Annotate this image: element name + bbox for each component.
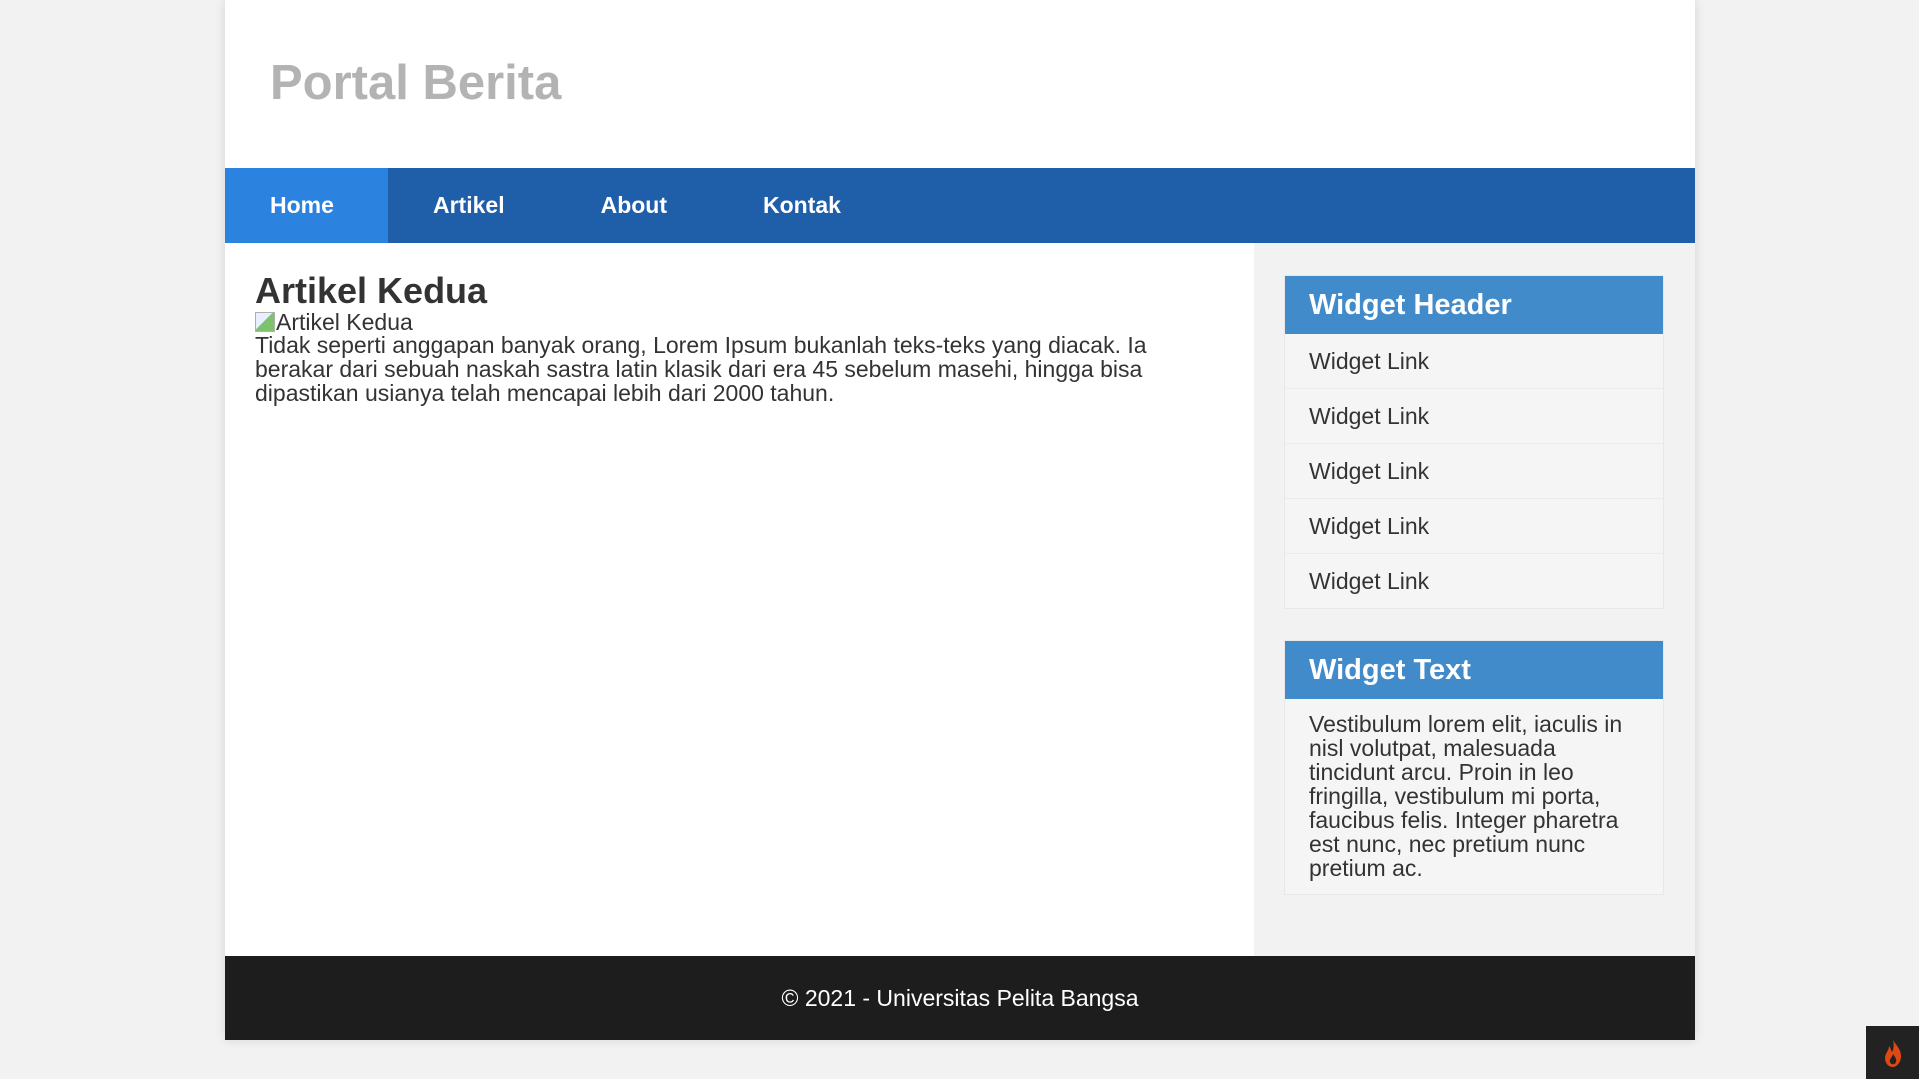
article-body: Tidak seperti anggapan banyak orang, Lor… — [255, 332, 1147, 406]
main-content: Artikel Kedua Artikel Kedua Tidak sepert… — [225, 243, 1254, 956]
widget-link[interactable]: Widget Link — [1285, 554, 1663, 608]
nav-item-home[interactable]: Home — [225, 168, 388, 243]
flame-icon — [1884, 1038, 1901, 1067]
widget-header: Widget Header — [1285, 276, 1663, 334]
debug-toolbar-button[interactable] — [1866, 1026, 1919, 1079]
widget-link-list: Widget Link Widget Link Widget Link Widg… — [1285, 334, 1663, 608]
nav-item-kontak[interactable]: Kontak — [718, 168, 892, 243]
site-title: Portal Berita — [270, 56, 562, 110]
widget-link[interactable]: Widget Link — [1285, 444, 1663, 499]
content-wrap: Artikel Kedua Artikel Kedua Tidak sepert… — [225, 243, 1695, 956]
nav-item-about[interactable]: About — [556, 168, 718, 243]
footer-text: © 2021 - Universitas Pelita Bangsa — [781, 985, 1139, 1011]
sidebar: Widget Header Widget Link Widget Link Wi… — [1254, 243, 1695, 956]
text-widget: Widget Text Vestibulum lorem elit, iacul… — [1284, 640, 1664, 895]
nav-item-artikel[interactable]: Artikel — [388, 168, 556, 243]
article-title: Artikel Kedua — [255, 270, 488, 311]
widget-link[interactable]: Widget Link — [1285, 389, 1663, 444]
widget-link[interactable]: Widget Link — [1285, 334, 1663, 389]
widget-link[interactable]: Widget Link — [1285, 499, 1663, 554]
widget-text-body: Vestibulum lorem elit, iaculis in nisl v… — [1309, 711, 1623, 881]
broken-image-icon — [255, 312, 275, 332]
site-footer: © 2021 - Universitas Pelita Bangsa — [225, 956, 1695, 1040]
site-header: Portal Berita — [225, 0, 1695, 168]
page-container: Portal Berita Home Artikel About Kontak … — [225, 0, 1695, 1040]
main-nav: Home Artikel About Kontak — [225, 168, 1695, 243]
widget-text-header: Widget Text — [1285, 641, 1663, 699]
links-widget: Widget Header Widget Link Widget Link Wi… — [1284, 275, 1664, 609]
